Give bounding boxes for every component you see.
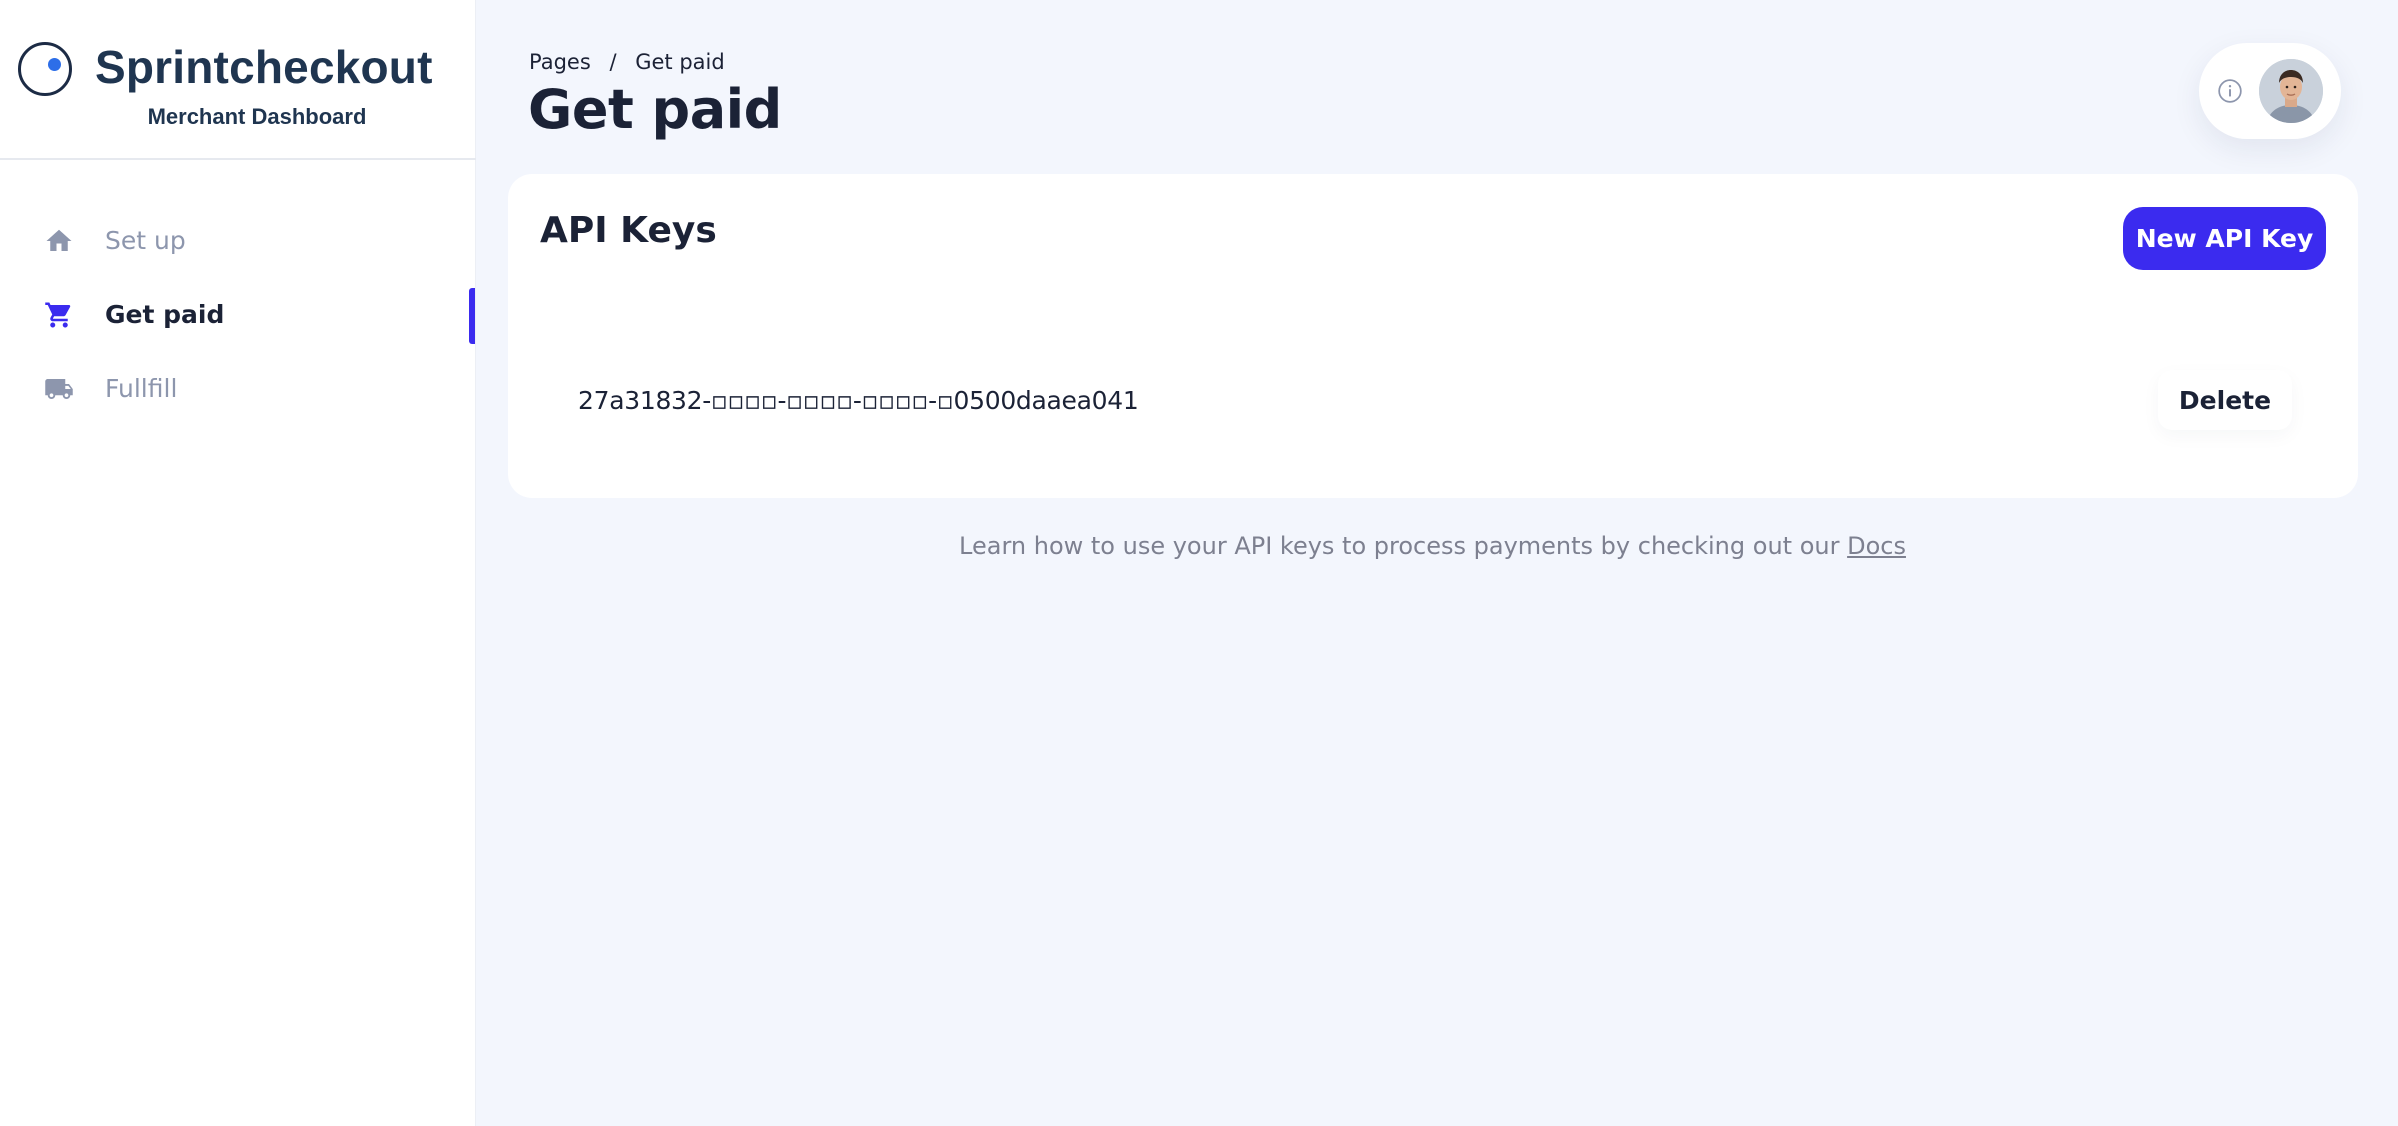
info-icon[interactable]	[2217, 78, 2243, 104]
breadcrumb-separator: /	[609, 50, 617, 74]
help-text: Learn how to use your API keys to proces…	[0, 532, 2398, 560]
sidebar-item-fullfill[interactable]: Fullfill	[0, 358, 476, 420]
active-nav-indicator	[469, 288, 475, 344]
page-title: Get paid	[528, 78, 782, 141]
sidebar: Sprintcheckout Merchant Dashboard Set up…	[0, 0, 476, 1126]
avatar[interactable]	[2259, 59, 2323, 123]
api-key-value: 27a31832-▫▫▫▫-▫▫▫▫-▫▫▫▫-▫0500daaea041	[578, 386, 1139, 415]
brand-subtitle: Merchant Dashboard	[147, 104, 367, 129]
new-api-key-button[interactable]: New API Key	[2123, 207, 2326, 270]
breadcrumb: Pages / Get paid	[529, 50, 737, 74]
delete-api-key-button[interactable]: Delete	[2158, 370, 2292, 430]
profile-pill	[2199, 43, 2341, 139]
app-root: Sprintcheckout Merchant Dashboard Set up…	[0, 0, 2398, 1126]
api-keys-card: API Keys New API Key 27a31832-▫▫▫▫-▫▫▫▫-…	[508, 174, 2358, 498]
help-text-body: Learn how to use your API keys to proces…	[959, 532, 1840, 560]
docs-link[interactable]: Docs	[1847, 532, 1906, 560]
breadcrumb-current: Get paid	[635, 50, 725, 74]
brand-logo-dot	[48, 58, 61, 71]
sidebar-item-label: Get paid	[105, 300, 225, 329]
avatar-image	[2259, 59, 2323, 123]
api-keys-title: API Keys	[540, 210, 717, 251]
truck-icon	[45, 379, 73, 399]
sidebar-item-set-up[interactable]: Set up	[0, 210, 476, 272]
cart-icon	[45, 302, 71, 328]
home-icon	[46, 229, 72, 251]
sidebar-item-get-paid[interactable]: Get paid	[0, 284, 476, 346]
brand-title: Sprintcheckout	[95, 41, 433, 93]
sidebar-item-label: Fullfill	[105, 374, 178, 403]
api-key-row: 27a31832-▫▫▫▫-▫▫▫▫-▫▫▫▫-▫0500daaea041 De…	[548, 370, 2328, 430]
sidebar-item-label: Set up	[105, 226, 186, 255]
breadcrumb-root[interactable]: Pages	[529, 50, 591, 74]
brand-logo-icon	[18, 42, 72, 96]
brand: Sprintcheckout Merchant Dashboard	[0, 0, 476, 160]
